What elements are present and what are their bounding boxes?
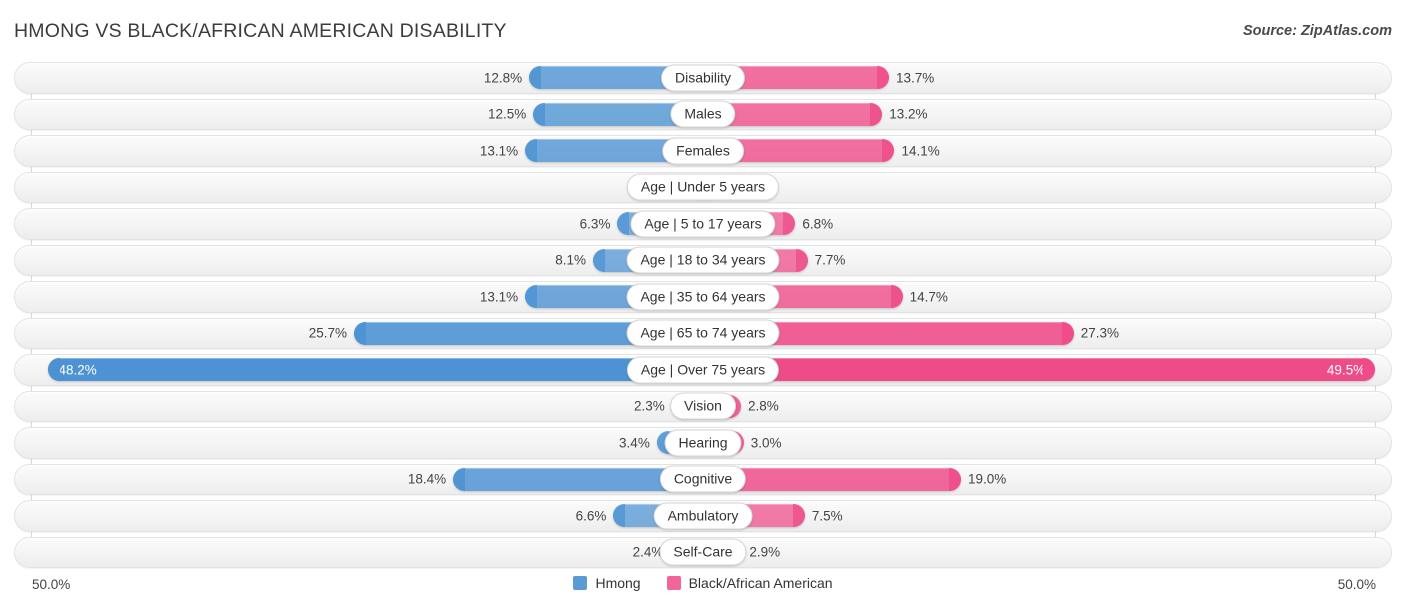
legend-label: Hmong [595, 575, 641, 591]
chart-legend: Hmong Black/African American [14, 575, 1392, 591]
category-label: Vision [670, 392, 736, 420]
bar-value-hmong: 13.1% [479, 289, 519, 304]
bar-value-black-african-american: 2.9% [749, 544, 781, 560]
bar-half-left: 8.1% [14, 248, 703, 272]
bar-row: 2.4% 2.9% Self-Care [14, 536, 1392, 568]
bar-half-left: 12.8% [14, 66, 703, 89]
legend-label: Black/African American [688, 575, 833, 591]
category-label: Age | 65 to 74 years [626, 319, 780, 347]
bar-row: 13.1% 14.1% Females [14, 135, 1392, 167]
bar-half-right: 13.7% [703, 66, 1392, 89]
category-label: Hearing [664, 429, 742, 457]
bar-black-african-american[interactable]: 49.5% [703, 358, 1376, 381]
bar-half-left: 13.1% [14, 285, 703, 308]
bar-half-right: 19.0% [703, 467, 1392, 491]
source-attribution: Source: ZipAtlas.com [1242, 23, 1392, 39]
bar-half-right: 2.8% [703, 394, 1392, 418]
legend-item[interactable]: Black/African American [666, 575, 833, 591]
bar-value-black-african-american: 27.3% [1080, 325, 1119, 341]
bar-half-left: 2.3% [14, 394, 703, 418]
bar-value-hmong: 12.5% [487, 106, 527, 122]
bar-half-left: 18.4% [14, 467, 703, 491]
bar-value-hmong: 25.7% [308, 325, 347, 341]
bar-value-hmong: 6.3% [579, 216, 611, 231]
bar-value-black-african-american: 2.8% [748, 398, 779, 414]
bar-value-black-african-american: 7.7% [814, 252, 846, 268]
bar-half-right: 27.3% [703, 321, 1392, 345]
category-label: Males [670, 100, 736, 128]
bar-row: 48.2% 49.5% Age | Over 75 years [14, 354, 1392, 386]
bar-row: 8.1% 7.7% Age | 18 to 34 years [14, 244, 1392, 276]
bar-value-black-african-american: 14.1% [901, 143, 940, 158]
bar-value-black-african-american: 13.2% [889, 106, 928, 122]
legend-swatch-icon [666, 576, 681, 590]
bar-half-right: 7.5% [703, 504, 1392, 527]
bar-row: 6.3% 6.8% Age | 5 to 17 years [14, 208, 1392, 240]
bar-value-black-african-american: 7.5% [811, 508, 843, 523]
category-label: Age | Under 5 years [626, 173, 780, 201]
bar-value-black-african-american: 6.8% [802, 216, 834, 231]
bar-half-left: 12.5% [14, 102, 703, 126]
bar-half-left: 3.4% [14, 431, 703, 454]
chart-plot-area: 12.8% 13.7% Disability 12.5% 13.2% Males 13.1%… [14, 62, 1392, 572]
legend-swatch-icon [573, 576, 588, 590]
category-label: Age | 18 to 34 years [626, 246, 780, 274]
bar-half-right: 6.8% [703, 212, 1392, 235]
bar-half-right: 49.5% [703, 358, 1392, 381]
chart-footer: 50.0% 50.0% Hmong Black/African American [14, 575, 1392, 601]
bar-half-left: 6.6% [14, 504, 703, 527]
bar-half-right: 2.9% [703, 540, 1392, 564]
legend-item[interactable]: Hmong [573, 575, 641, 591]
category-label: Cognitive [659, 465, 747, 493]
page-title: HMONG VS BLACK/AFRICAN AMERICAN DISABILI… [14, 20, 507, 42]
category-label: Disability [660, 64, 746, 92]
bar-row: 1.1%1.4%Age | Under 5 years [14, 171, 1392, 203]
bar-row: 18.4% 19.0% Cognitive [14, 463, 1392, 495]
bar-half-left: 6.3% [14, 212, 703, 235]
category-label: Ambulatory [653, 502, 753, 530]
bar-value-black-african-american: 49.5% [1326, 362, 1366, 377]
category-label: Females [662, 137, 744, 165]
bar-row: 2.3% 2.8% Vision [14, 390, 1392, 422]
chart-header: HMONG VS BLACK/AFRICAN AMERICAN DISABILI… [0, 0, 1406, 58]
bar-value-hmong: 2.3% [634, 398, 665, 414]
bar-hmong[interactable]: 48.2% [48, 358, 703, 381]
bar-row: 13.1% 14.7% Age | 35 to 64 years [14, 281, 1392, 313]
bar-value-hmong: 13.1% [479, 143, 519, 158]
category-label: Self-Care [659, 538, 747, 566]
bar-value-hmong: 6.6% [575, 508, 607, 523]
bar-half-left: 1.1% [14, 175, 703, 199]
bar-row: 3.4% 3.0% Hearing [14, 427, 1392, 459]
bar-row: 12.8% 13.7% Disability [14, 62, 1392, 94]
bar-value-black-african-american: 19.0% [968, 471, 1007, 487]
bar-half-right: 3.0% [703, 431, 1392, 454]
bar-half-left: 2.4% [14, 540, 703, 564]
bar-half-right: 1.4% [703, 175, 1392, 199]
bar-half-right: 14.7% [703, 285, 1392, 308]
bar-half-left: 13.1% [14, 139, 703, 162]
bar-row: 25.7% 27.3% Age | 65 to 74 years [14, 317, 1392, 349]
bar-half-right: 14.1% [703, 139, 1392, 162]
bar-half-right: 13.2% [703, 102, 1392, 126]
bar-value-hmong: 3.4% [619, 435, 650, 450]
bar-half-left: 48.2% [14, 358, 703, 381]
bar-half-left: 25.7% [14, 321, 703, 345]
bar-value-black-african-american: 14.7% [909, 289, 948, 304]
bar-value-black-african-american: 13.7% [896, 70, 935, 85]
bar-value-black-african-american: 3.0% [750, 435, 782, 450]
bar-value-hmong: 18.4% [407, 471, 447, 487]
category-label: Age | Over 75 years [626, 356, 780, 384]
bar-value-hmong: 48.2% [58, 362, 97, 377]
bar-value-hmong: 8.1% [555, 252, 587, 268]
category-label: Age | 35 to 64 years [626, 283, 780, 311]
bar-half-right: 7.7% [703, 248, 1392, 272]
bar-row: 12.5% 13.2% Males [14, 98, 1392, 130]
bar-rows: 12.8% 13.7% Disability 12.5% 13.2% Males 13.1%… [14, 62, 1392, 573]
category-label: Age | 5 to 17 years [630, 210, 776, 238]
chart-page: HMONG VS BLACK/AFRICAN AMERICAN DISABILI… [0, 0, 1406, 612]
bar-row: 6.6% 7.5% Ambulatory [14, 500, 1392, 532]
bar-value-hmong: 12.8% [483, 70, 523, 85]
